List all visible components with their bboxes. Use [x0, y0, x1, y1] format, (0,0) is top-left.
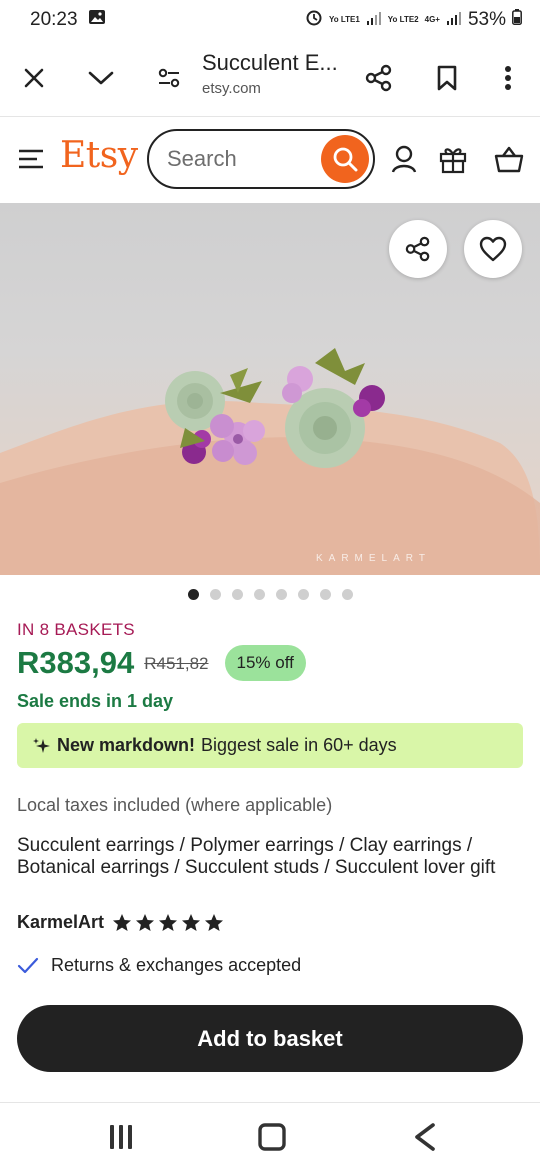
carousel-dot[interactable]: [297, 589, 309, 600]
basket-button[interactable]: [491, 141, 527, 177]
returns-label: Returns & exchanges accepted: [51, 955, 302, 975]
sale-price: R383,94: [17, 645, 135, 680]
back-icon: [415, 1123, 435, 1151]
taxes-note: Local taxes included (where applicable): [17, 795, 333, 815]
site-header: Etsy: [0, 117, 540, 203]
page-info[interactable]: Succulent E... etsy.com: [202, 50, 362, 97]
image-carousel-indicator[interactable]: [0, 589, 540, 600]
carousel-dot[interactable]: [275, 589, 287, 600]
minimize-button[interactable]: [79, 56, 123, 100]
search-icon: [333, 147, 358, 172]
alarm-icon: [305, 8, 323, 32]
image-watermark: KARMELART: [316, 553, 431, 564]
shop-row[interactable]: KarmelArt: [17, 912, 224, 933]
bookmark-icon: [437, 65, 457, 91]
product-photo: [0, 348, 540, 575]
carousel-dot[interactable]: [187, 589, 199, 600]
status-time: 20:23: [30, 9, 78, 30]
network-4g-label: 4G+: [424, 15, 440, 24]
markdown-label: New markdown!: [57, 735, 196, 755]
etsy-logo[interactable]: Etsy: [60, 135, 138, 176]
share-icon: [365, 64, 392, 92]
carousel-dot[interactable]: [341, 589, 353, 600]
carousel-dot[interactable]: [231, 589, 243, 600]
more-options-button[interactable]: [486, 56, 530, 100]
battery-percent: 53%: [467, 9, 506, 30]
close-button[interactable]: [12, 56, 56, 100]
tune-icon: [158, 68, 180, 88]
discount-badge: 15% off: [224, 645, 306, 681]
markdown-banner: New markdown! Biggest sale in 60+ days: [17, 723, 523, 768]
close-icon: [24, 68, 44, 88]
product-image[interactable]: KARMELART: [0, 203, 540, 575]
carousel-dot[interactable]: [319, 589, 331, 600]
network-lte2-label: Yo LTE2: [387, 15, 419, 24]
page-title: Succulent E...: [202, 50, 338, 75]
back-button[interactable]: [404, 1117, 444, 1157]
bookmark-button[interactable]: [425, 56, 469, 100]
signal-icon: [446, 9, 462, 31]
shop-rating: [112, 913, 224, 933]
search-input[interactable]: [167, 146, 317, 172]
recent-apps-button[interactable]: [101, 1117, 141, 1157]
star-icon: [113, 913, 132, 931]
more-vertical-icon: [505, 66, 511, 90]
network-lte1-label: Yo LTE1: [328, 15, 360, 24]
page-url: etsy.com: [202, 80, 261, 97]
baskets-count: IN 8 BASKETS: [17, 620, 135, 639]
gift-icon: [439, 148, 467, 174]
recent-apps-icon: [110, 1125, 132, 1149]
search-button[interactable]: [321, 135, 369, 183]
star-icon: [182, 913, 201, 931]
heart-icon: [479, 236, 507, 262]
markdown-description: Biggest sale in 60+ days: [201, 735, 397, 755]
original-price: R451,82: [144, 654, 209, 673]
carousel-dot[interactable]: [253, 589, 265, 600]
listing-title: Succulent earrings / Polymer earrings / …: [17, 835, 496, 878]
share-listing-button[interactable]: [389, 220, 447, 278]
favorite-button[interactable]: [464, 220, 522, 278]
account-button[interactable]: [386, 141, 422, 177]
basket-icon: [494, 146, 524, 173]
user-icon: [391, 145, 417, 173]
chevron-down-icon: [88, 71, 114, 85]
menu-button[interactable]: [13, 141, 49, 177]
gift-button[interactable]: [435, 141, 471, 177]
star-icon: [136, 913, 155, 931]
star-icon: [205, 913, 224, 931]
star-icon: [159, 913, 178, 931]
gallery-notification-icon: [88, 9, 106, 31]
checkmark-icon: [17, 957, 39, 973]
system-navigation-bar: [0, 1102, 540, 1170]
carousel-dot[interactable]: [209, 589, 221, 600]
menu-icon: [19, 149, 43, 169]
sale-ends-text: Sale ends in 1 day: [17, 691, 174, 711]
returns-policy: Returns & exchanges accepted: [17, 955, 301, 976]
site-settings-button[interactable]: [147, 56, 191, 100]
signal-icon: [366, 9, 382, 31]
home-button[interactable]: [252, 1117, 292, 1157]
home-icon: [258, 1123, 286, 1151]
shop-name[interactable]: KarmelArt: [17, 912, 104, 933]
share-icon: [405, 236, 430, 262]
search-box[interactable]: [147, 129, 375, 189]
status-bar: 20:23 Yo LTE1 Yo LTE2 4G+ 53%: [0, 0, 540, 40]
battery-icon: [512, 9, 522, 31]
price-row: R383,94 R451,82 15% off: [17, 645, 306, 681]
browser-toolbar: Succulent E... etsy.com: [0, 40, 540, 117]
share-page-button[interactable]: [357, 56, 401, 100]
sparkle-icon: [33, 737, 50, 753]
add-to-basket-button[interactable]: Add to basket: [17, 1005, 523, 1072]
